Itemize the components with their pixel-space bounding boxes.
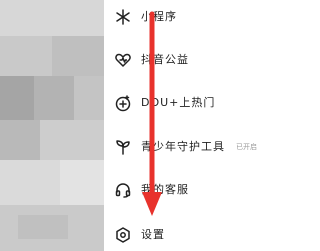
menu-item-label: DOU+上热门 [141,96,216,109]
menu-item-dou-plus[interactable]: DOU+上热门 [104,88,296,118]
charity-heart-icon [114,51,132,69]
status-tag: 已开启 [236,143,257,151]
menu-item-settings[interactable]: 设置 [104,220,296,250]
sprout-icon [114,138,132,156]
menu-item-youth-protection[interactable]: 青少年守护工具 已开启 [104,132,296,162]
side-drawer-menu: 小程序 抖音公益 DOU+上热门 青少年守护工具 已开启 我的客服 设置 [104,0,296,251]
headset-icon [114,181,132,199]
menu-item-label: 抖音公益 [141,53,189,66]
menu-item-label: 设置 [141,228,165,241]
menu-item-label: 小程序 [141,10,177,23]
menu-item-customer-service[interactable]: 我的客服 [104,175,296,205]
menu-item-label: 我的客服 [141,183,189,196]
blurred-background [0,0,104,251]
mini-program-icon [114,8,132,26]
menu-item-mini-program[interactable]: 小程序 [104,2,296,32]
menu-item-charity[interactable]: 抖音公益 [104,45,296,75]
menu-item-label: 青少年守护工具 [141,140,225,153]
settings-gear-icon [114,226,132,244]
dou-plus-icon [114,94,132,112]
